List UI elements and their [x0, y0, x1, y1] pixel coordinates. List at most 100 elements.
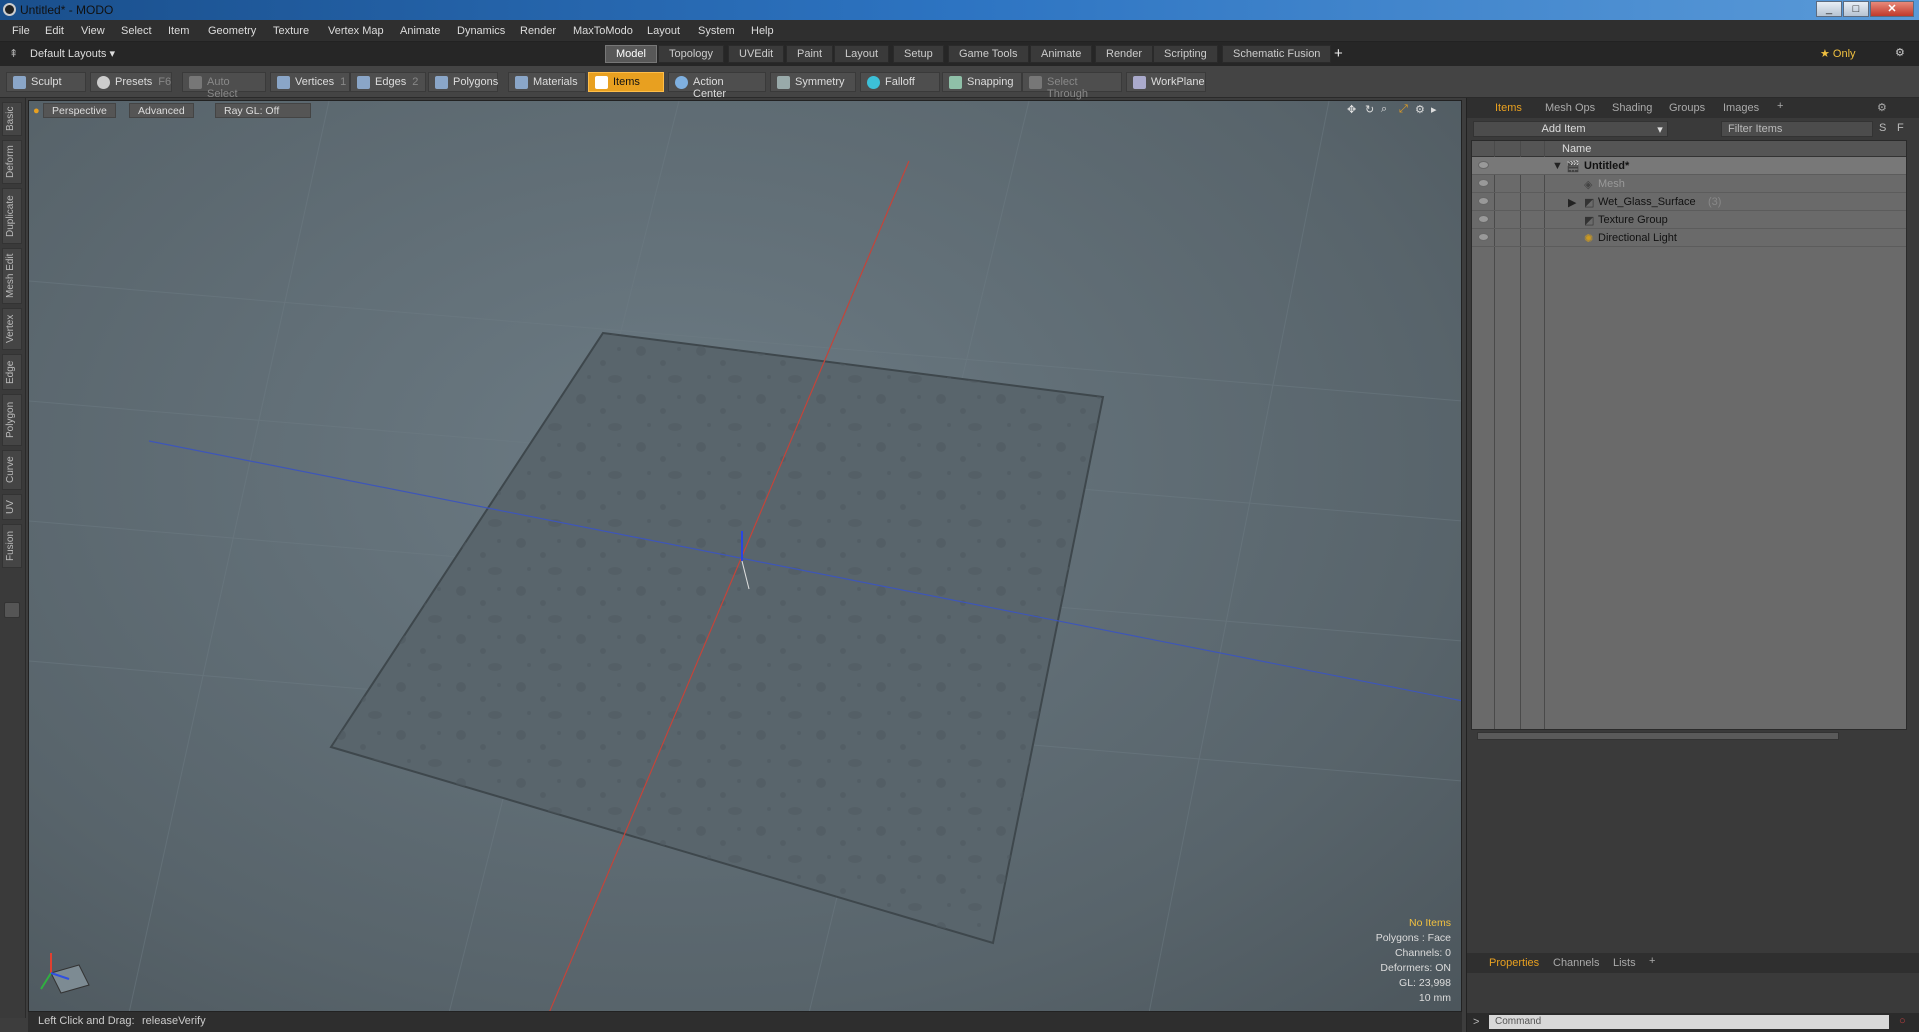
add-panel-tab-button[interactable]: + — [1777, 100, 1783, 112]
raygl-button[interactable]: Ray GL: Off — [215, 103, 311, 118]
visibility-eye-icon[interactable] — [1478, 197, 1489, 205]
left-tab-uv[interactable]: UV — [2, 494, 22, 520]
maximize-view-icon[interactable]: ⤢ — [1399, 103, 1408, 116]
menu-file[interactable]: File — [12, 25, 30, 37]
filter-s-button[interactable]: S — [1879, 122, 1886, 134]
item-row-scene[interactable]: ▼ 🎬 Untitled* — [1472, 157, 1906, 175]
left-tab-curve[interactable]: Curve — [2, 450, 22, 490]
polygons-button[interactable]: Polygons — [428, 72, 498, 92]
filter-items-input[interactable]: Filter Items — [1721, 121, 1873, 137]
left-tab-fusion[interactable]: Fusion — [2, 524, 22, 568]
menu-texture[interactable]: Texture — [273, 25, 309, 37]
add-item-dropdown[interactable]: Add Item ▾ — [1473, 121, 1668, 137]
items-button[interactable]: Items — [588, 72, 664, 92]
tab-shading[interactable]: Shading — [1612, 102, 1652, 114]
action-center-button[interactable]: Action Center — [668, 72, 766, 100]
advanced-button[interactable]: Advanced — [129, 103, 194, 118]
visibility-eye-icon[interactable] — [1478, 161, 1489, 169]
viewport-scene[interactable] — [29, 101, 1462, 1012]
tab-layout[interactable]: Layout — [834, 45, 890, 63]
left-tab-vertex[interactable]: Vertex — [2, 308, 22, 350]
left-tab-duplicate[interactable]: Duplicate — [2, 188, 22, 244]
outliner-horizontal-scrollbar[interactable] — [1477, 732, 1839, 740]
menu-select[interactable]: Select — [121, 25, 152, 37]
viewport-settings-icon[interactable]: ⚙ — [1415, 103, 1425, 116]
item-row-texture-group[interactable]: ◩ Texture Group — [1472, 211, 1906, 229]
tab-images[interactable]: Images — [1723, 102, 1759, 114]
gear-icon[interactable]: ⚙ — [1895, 46, 1905, 59]
layout-pin-icon[interactable]: ⇞ — [9, 47, 18, 60]
vertices-button[interactable]: Vertices 1 — [270, 72, 350, 92]
command-input[interactable]: Command — [1489, 1015, 1889, 1029]
workplane-button[interactable]: WorkPlane — [1126, 72, 1206, 92]
panel-settings-icon[interactable]: ⚙ — [1877, 101, 1887, 114]
left-tab-basic[interactable]: Basic — [2, 102, 22, 136]
zoom-view-icon[interactable]: ⌕ — [1381, 103, 1387, 116]
sculpt-button[interactable]: Sculpt — [6, 72, 86, 92]
expand-arrow-icon[interactable]: ▶ — [1568, 196, 1576, 209]
menu-geometry[interactable]: Geometry — [208, 25, 256, 37]
left-tab-mesh-edit[interactable]: Mesh Edit — [2, 248, 22, 304]
snapping-button[interactable]: Snapping — [942, 72, 1022, 92]
menu-vertex-map[interactable]: Vertex Map — [328, 25, 384, 37]
tab-mesh-ops[interactable]: Mesh Ops — [1545, 102, 1595, 114]
visibility-eye-icon[interactable] — [1478, 215, 1489, 223]
tab-topology[interactable]: Topology — [658, 45, 725, 63]
move-view-icon[interactable]: ✥ — [1347, 103, 1356, 116]
tab-paint[interactable]: Paint — [786, 45, 834, 63]
item-outliner[interactable]: Name ▼ 🎬 Untitled* ◈ Mesh ▶ ◩ Wet_Glass_… — [1471, 140, 1907, 730]
left-tab-deform[interactable]: Deform — [2, 140, 22, 184]
menu-item[interactable]: Item — [168, 25, 189, 37]
symmetry-button[interactable]: Symmetry — [770, 72, 856, 92]
auto-select-button[interactable]: Auto Select — [182, 72, 266, 100]
menu-dynamics[interactable]: Dynamics — [457, 25, 505, 37]
tab-scripting[interactable]: Scripting — [1153, 45, 1218, 63]
visibility-eye-icon[interactable] — [1478, 233, 1489, 241]
add-properties-tab-button[interactable]: + — [1649, 955, 1655, 967]
maximize-button[interactable]: □ — [1843, 1, 1869, 17]
col-name-header[interactable]: Name — [1562, 143, 1591, 155]
command-record-icon[interactable]: ○ — [1899, 1015, 1906, 1027]
default-layouts-dropdown[interactable]: Default Layouts ▾ — [30, 47, 115, 60]
tab-items[interactable]: Items — [1495, 102, 1522, 114]
menu-layout[interactable]: Layout — [647, 25, 680, 37]
menu-view[interactable]: View — [81, 25, 105, 37]
add-tab-button[interactable]: + — [1334, 45, 1343, 62]
tab-channels[interactable]: Channels — [1553, 957, 1599, 969]
tab-uvedit[interactable]: UVEdit — [728, 45, 785, 63]
rotate-view-icon[interactable]: ↻ — [1365, 103, 1374, 116]
only-button[interactable]: ★ Only — [1820, 47, 1856, 60]
viewport-menu-icon[interactable]: ● — [33, 105, 40, 117]
3d-viewport[interactable]: ● Perspective Advanced Ray GL: Off ✥ ↻ ⌕… — [28, 100, 1462, 1012]
tab-properties[interactable]: Properties — [1489, 957, 1539, 969]
tab-model[interactable]: Model — [605, 45, 657, 63]
edges-button[interactable]: Edges 2 — [350, 72, 426, 92]
left-tab-polygon[interactable]: Polygon — [2, 394, 22, 446]
item-row-mesh[interactable]: ◈ Mesh — [1472, 175, 1906, 193]
tab-toggle-button[interactable] — [4, 602, 20, 618]
item-row-wet-glass-surface[interactable]: ▶ ◩ Wet_Glass_Surface (3) — [1472, 193, 1906, 211]
left-tab-edge[interactable]: Edge — [2, 354, 22, 390]
perspective-button[interactable]: Perspective — [43, 103, 116, 118]
presets-button[interactable]: Presets F6 — [90, 72, 172, 92]
tab-groups[interactable]: Groups — [1669, 102, 1705, 114]
select-through-button[interactable]: Select Through — [1022, 72, 1122, 100]
tab-schematic-fusion[interactable]: Schematic Fusion — [1222, 45, 1332, 63]
tab-lists[interactable]: Lists — [1613, 957, 1636, 969]
viewport-expand-icon[interactable]: ▸ — [1431, 103, 1437, 116]
menu-help[interactable]: Help — [751, 25, 774, 37]
menu-animate[interactable]: Animate — [400, 25, 440, 37]
materials-button[interactable]: Materials — [508, 72, 586, 92]
tab-setup[interactable]: Setup — [893, 45, 944, 63]
falloff-button[interactable]: Falloff — [860, 72, 940, 92]
item-row-directional-light[interactable]: ✺ Directional Light — [1472, 229, 1906, 247]
visibility-eye-icon[interactable] — [1478, 179, 1489, 187]
close-button[interactable]: ✕ — [1870, 1, 1914, 17]
menu-maxtomodo[interactable]: MaxToModo — [573, 25, 633, 37]
expand-arrow-icon[interactable]: ▼ — [1552, 160, 1563, 172]
filter-f-button[interactable]: F — [1897, 122, 1904, 134]
menu-system[interactable]: System — [698, 25, 735, 37]
minimize-button[interactable]: _ — [1816, 1, 1842, 17]
tab-render[interactable]: Render — [1095, 45, 1154, 63]
menu-render[interactable]: Render — [520, 25, 556, 37]
